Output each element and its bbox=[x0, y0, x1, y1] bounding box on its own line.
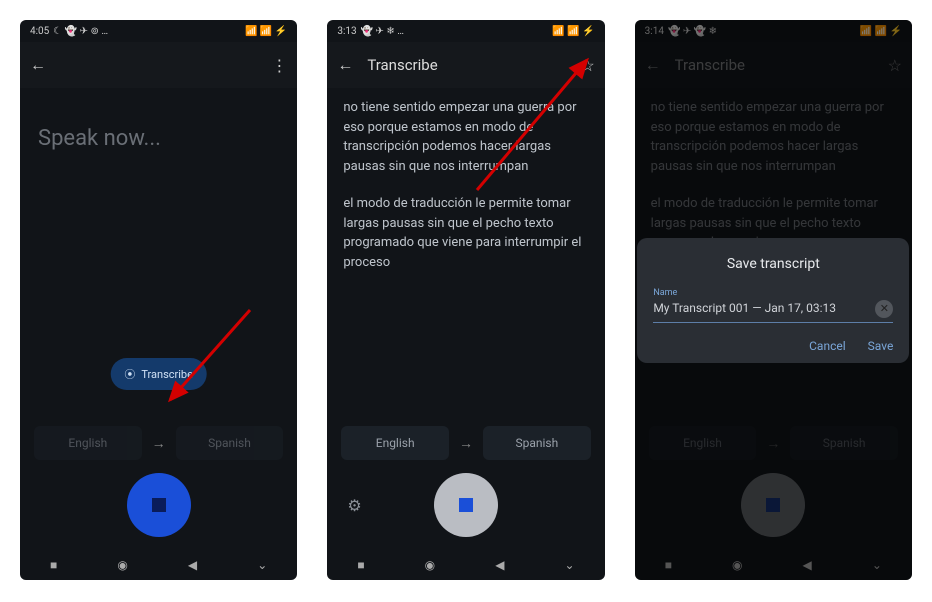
statusbar: 4:05 ☾ 👻 ✈ ⊚ … 📶 📶 ⚡ bbox=[20, 20, 297, 42]
swap-icon[interactable]: → bbox=[459, 435, 473, 452]
name-input[interactable]: My Transcript 001 — Jan 17, 03:13 bbox=[653, 301, 867, 317]
transcribe-button[interactable]: ⦿ Transcribe bbox=[110, 358, 207, 390]
lang-to[interactable]: Spanish bbox=[176, 426, 284, 460]
clear-icon[interactable]: ✕ bbox=[875, 300, 893, 318]
lang-to[interactable]: Spanish bbox=[483, 426, 591, 460]
nav-back-icon[interactable]: ◀ bbox=[495, 558, 504, 572]
transcribe-label: Transcribe bbox=[141, 368, 193, 381]
back-icon[interactable]: ← bbox=[30, 55, 46, 75]
navbar: ■ ◉ ◀ ⌄ bbox=[20, 550, 297, 580]
phone-screen-1: 4:05 ☾ 👻 ✈ ⊚ … 📶 📶 ⚡ ← ⋮ Speak now... ⦿ … bbox=[20, 20, 297, 580]
bottom-controls bbox=[20, 460, 297, 550]
language-row: English → Spanish bbox=[20, 416, 297, 460]
lang-from[interactable]: English bbox=[34, 426, 142, 460]
star-icon[interactable]: ☆ bbox=[580, 56, 594, 75]
settings-icon[interactable]: ⚙ bbox=[347, 496, 361, 515]
overflow-icon[interactable]: ⋮ bbox=[271, 56, 287, 75]
stop-icon bbox=[459, 498, 473, 512]
nav-extra-icon[interactable]: ⌄ bbox=[565, 558, 575, 572]
back-icon[interactable]: ← bbox=[337, 55, 353, 75]
save-transcript-dialog: Save transcript Name My Transcript 001 —… bbox=[637, 238, 909, 363]
bottom-controls: ⚙ bbox=[327, 460, 604, 550]
appbar: ← ⋮ bbox=[20, 42, 297, 88]
clock: 4:05 bbox=[30, 26, 49, 37]
save-button[interactable]: Save bbox=[868, 339, 894, 353]
record-button[interactable] bbox=[434, 473, 498, 537]
nav-back-icon[interactable]: ◀ bbox=[188, 558, 197, 572]
navbar: ■ ◉ ◀ ⌄ bbox=[327, 550, 604, 580]
cancel-button[interactable]: Cancel bbox=[809, 339, 846, 353]
transcript-paragraph: no tiene sentido empezar una guerra por … bbox=[343, 98, 588, 176]
language-row: English → Spanish bbox=[327, 416, 604, 460]
phone-screen-3: 3:14 👻 ✈ 👻 ❄ 📶 📶 ⚡ ← Transcribe ☆ no tie… bbox=[635, 20, 912, 580]
status-icons-right: 📶 📶 ⚡ bbox=[552, 26, 594, 37]
appbar-title: Transcribe bbox=[367, 56, 566, 74]
nav-extra-icon[interactable]: ⌄ bbox=[257, 558, 267, 572]
nav-recent-icon[interactable]: ■ bbox=[357, 558, 364, 572]
transcript-paragraph: el modo de traducción le permite tomar l… bbox=[343, 194, 588, 272]
phone-screen-2: 3:13 👻 ✈ ❄ … 📶 📶 ⚡ ← Transcribe ☆ no tie… bbox=[327, 20, 604, 580]
name-field-label: Name bbox=[653, 288, 893, 298]
appbar: ← Transcribe ☆ bbox=[327, 42, 604, 88]
nav-home-icon[interactable]: ◉ bbox=[117, 558, 127, 572]
content-area: no tiene sentido empezar una guerra por … bbox=[327, 88, 604, 416]
nav-recent-icon[interactable]: ■ bbox=[50, 558, 57, 572]
status-icons-left: ☾ 👻 ✈ ⊚ … bbox=[53, 26, 108, 37]
statusbar: 3:13 👻 ✈ ❄ … 📶 📶 ⚡ bbox=[327, 20, 604, 42]
transcribe-icon: ⦿ bbox=[124, 366, 135, 382]
dialog-title: Save transcript bbox=[653, 256, 893, 272]
stop-icon bbox=[152, 498, 166, 512]
status-icons-left: 👻 ✈ ❄ … bbox=[361, 26, 404, 37]
status-icons-right: 📶 📶 ⚡ bbox=[245, 26, 287, 37]
clock: 3:13 bbox=[337, 26, 356, 37]
record-button[interactable] bbox=[127, 473, 191, 537]
dialog-overlay: Save transcript Name My Transcript 001 —… bbox=[635, 20, 912, 580]
speak-now-prompt: Speak now... bbox=[36, 98, 281, 155]
swap-icon[interactable]: → bbox=[152, 435, 166, 452]
lang-from[interactable]: English bbox=[341, 426, 449, 460]
nav-home-icon[interactable]: ◉ bbox=[425, 558, 435, 572]
